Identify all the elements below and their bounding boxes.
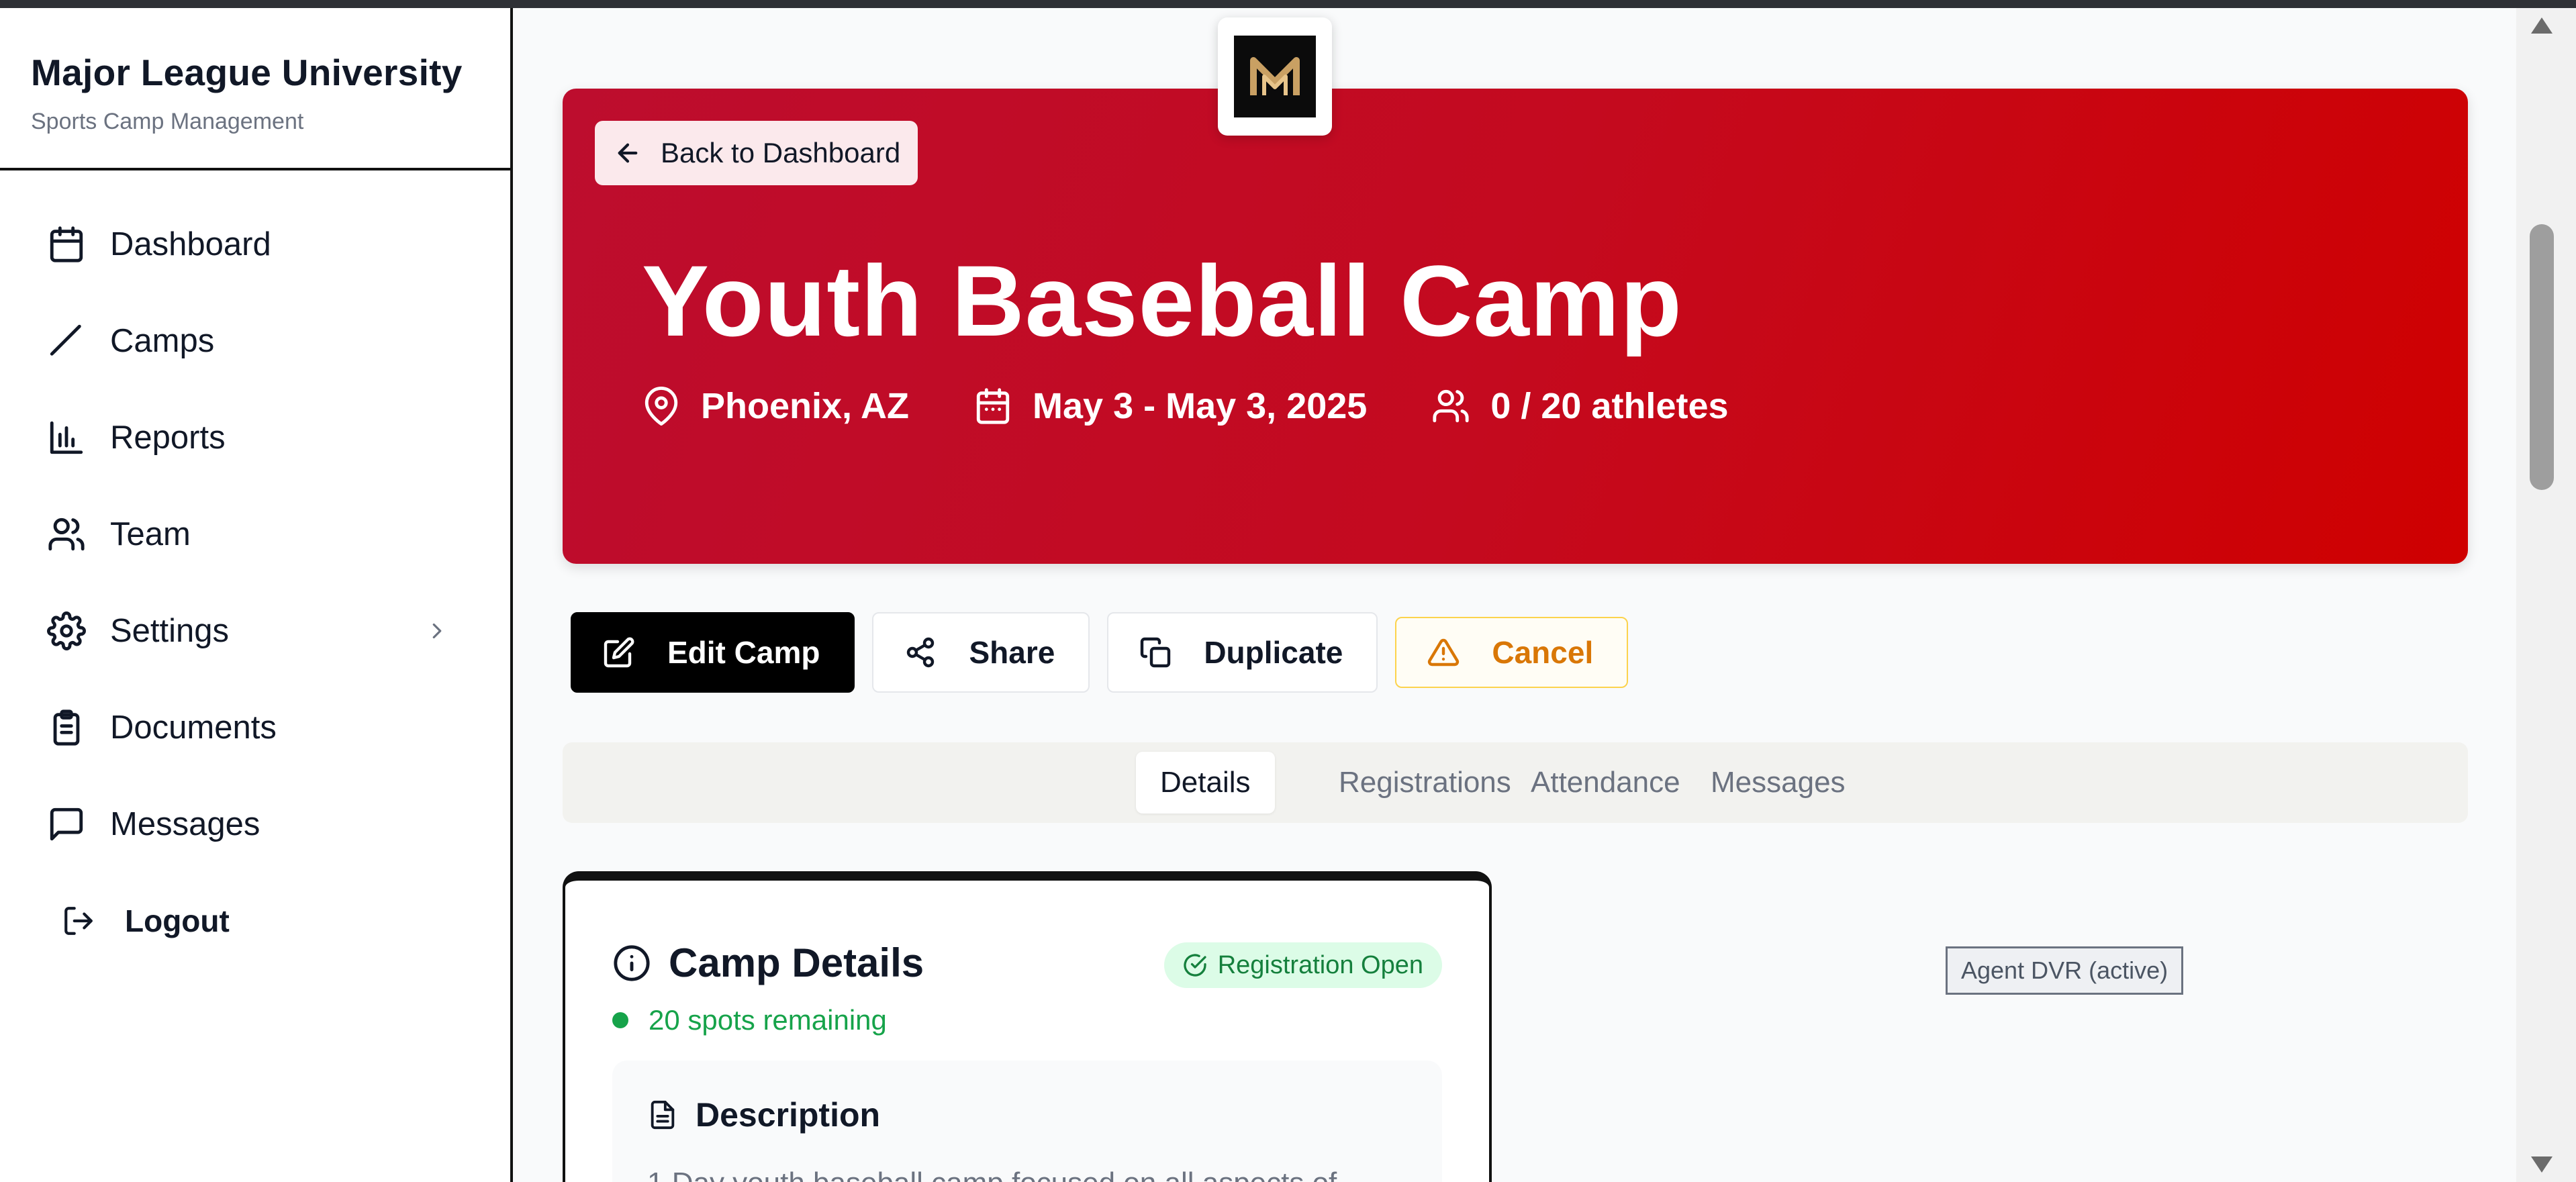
share-icon bbox=[907, 637, 935, 668]
camp-location-text: Phoenix, AZ bbox=[701, 386, 910, 426]
edit-camp-label: Edit Camp bbox=[667, 635, 820, 670]
sidebar-item-settings[interactable]: Settings bbox=[0, 583, 510, 679]
main-content: Back to Dashboard Youth Baseball Camp Ph… bbox=[516, 8, 2516, 1182]
duplicate-label: Duplicate bbox=[1204, 635, 1343, 670]
camp-details-card: Camp Details Registration Open 20 spots … bbox=[563, 871, 1492, 1182]
tab-messages[interactable]: Messages bbox=[1686, 752, 1870, 814]
share-label: Share bbox=[969, 635, 1055, 670]
chevron-right-icon bbox=[432, 623, 442, 639]
description-section: Description 1 Day youth baseball camp fo… bbox=[612, 1061, 1442, 1182]
status-badge: Registration Open bbox=[1163, 942, 1442, 988]
info-icon bbox=[614, 944, 650, 981]
sidebar-item-camps[interactable]: Camps bbox=[0, 293, 510, 389]
cancel-label: Cancel bbox=[1492, 635, 1594, 670]
duplicate-button[interactable]: Duplicate bbox=[1107, 612, 1378, 693]
camp-tabs: Details Registrations Attendance Message… bbox=[563, 742, 2468, 823]
brand: Major League University Sports Camp Mana… bbox=[0, 8, 510, 170]
university-logo bbox=[1218, 17, 1332, 136]
calendar-icon bbox=[976, 388, 1010, 424]
gear-icon bbox=[47, 611, 86, 650]
back-to-dashboard-button[interactable]: Back to Dashboard bbox=[595, 121, 918, 185]
brand-title: Major League University bbox=[31, 52, 463, 93]
description-text: 1 Day youth baseball camp focused on all… bbox=[647, 1167, 1337, 1182]
camp-athletes: 0 / 20 athletes bbox=[1431, 385, 1729, 427]
map-pin-icon bbox=[645, 387, 678, 426]
scroll-up-arrow-icon[interactable] bbox=[2531, 17, 2553, 34]
file-text-icon bbox=[651, 1100, 675, 1130]
warning-triangle-icon bbox=[1428, 638, 1460, 667]
arrow-left-icon bbox=[618, 143, 638, 163]
sidebar-item-label: Dashboard bbox=[110, 226, 271, 262]
vertical-scrollbar[interactable] bbox=[2516, 8, 2576, 1182]
camp-location: Phoenix, AZ bbox=[642, 385, 909, 427]
spots-remaining: 20 spots remaining bbox=[612, 1004, 887, 1036]
users-icon bbox=[48, 518, 85, 551]
sidebar-nav: Dashboard Camps Reports Team Settings Do… bbox=[0, 170, 510, 969]
scrollbar-thumb[interactable] bbox=[2530, 224, 2554, 490]
edit-camp-button[interactable]: Edit Camp bbox=[571, 612, 855, 693]
tab-attendance[interactable]: Attendance bbox=[1507, 752, 1705, 814]
sidebar-item-label: Reports bbox=[110, 420, 226, 456]
message-icon bbox=[50, 807, 83, 841]
users-icon bbox=[1433, 389, 1469, 423]
bar-chart-icon bbox=[50, 421, 83, 454]
logout-label: Logout bbox=[125, 903, 230, 938]
scroll-down-arrow-icon[interactable] bbox=[2531, 1156, 2553, 1173]
description-header: Description bbox=[647, 1095, 880, 1134]
tab-registrations[interactable]: Registrations bbox=[1315, 752, 1535, 814]
camp-actions: Edit Camp Share Duplicate Cancel bbox=[571, 612, 1645, 693]
tab-details[interactable]: Details bbox=[1136, 752, 1275, 814]
check-circle-icon bbox=[1184, 954, 1206, 977]
copy-icon bbox=[1141, 637, 1171, 668]
clipboard-icon bbox=[53, 709, 80, 746]
camp-title: Youth Baseball Camp bbox=[642, 244, 1682, 357]
camp-details-title: Camp Details bbox=[669, 940, 924, 985]
edit-icon bbox=[604, 637, 634, 668]
sidebar-item-label: Team bbox=[110, 516, 191, 552]
sidebar-item-label: Camps bbox=[110, 323, 215, 359]
spots-remaining-text: 20 spots remaining bbox=[649, 1004, 887, 1036]
logout-icon bbox=[64, 907, 93, 935]
calendar-icon bbox=[50, 226, 83, 262]
status-dot bbox=[612, 1012, 628, 1028]
camp-hero-banner: Back to Dashboard Youth Baseball Camp Ph… bbox=[563, 89, 2468, 564]
brand-subtitle: Sports Camp Management bbox=[31, 109, 304, 134]
sidebar-item-team[interactable]: Team bbox=[0, 486, 510, 583]
description-title: Description bbox=[696, 1096, 881, 1134]
back-button-label: Back to Dashboard bbox=[661, 137, 901, 168]
sidebar-item-label: Messages bbox=[110, 806, 260, 842]
cancel-camp-button[interactable]: Cancel bbox=[1395, 617, 1629, 688]
logout-button[interactable]: Logout bbox=[0, 873, 510, 969]
sidebar-item-messages[interactable]: Messages bbox=[0, 776, 510, 873]
logo-mark bbox=[1234, 36, 1316, 117]
share-button[interactable]: Share bbox=[872, 612, 1090, 693]
camp-meta: Phoenix, AZ May 3 - May 3, 2025 0 / 20 a… bbox=[642, 385, 1793, 427]
window-top-bar bbox=[0, 0, 2576, 8]
camp-dates-text: May 3 - May 3, 2025 bbox=[1033, 386, 1368, 426]
sidebar-item-dashboard[interactable]: Dashboard bbox=[0, 196, 510, 293]
camp-athletes-text: 0 / 20 athletes bbox=[1490, 386, 1729, 426]
sidebar-item-label: Documents bbox=[110, 709, 277, 746]
mlu-logo-icon bbox=[1250, 57, 1300, 95]
status-badge-label: Registration Open bbox=[1217, 950, 1423, 979]
sidebar: Major League University Sports Camp Mana… bbox=[0, 8, 513, 1182]
camp-details-header: Camp Details bbox=[612, 940, 924, 986]
bat-icon bbox=[50, 324, 81, 356]
camp-dates: May 3 - May 3, 2025 bbox=[973, 385, 1367, 427]
sidebar-item-reports[interactable]: Reports bbox=[0, 389, 510, 486]
sidebar-item-label: Settings bbox=[110, 613, 230, 649]
sidebar-item-documents[interactable]: Documents bbox=[0, 679, 510, 776]
agent-dvr-badge: Agent DVR (active) bbox=[1946, 946, 2184, 995]
